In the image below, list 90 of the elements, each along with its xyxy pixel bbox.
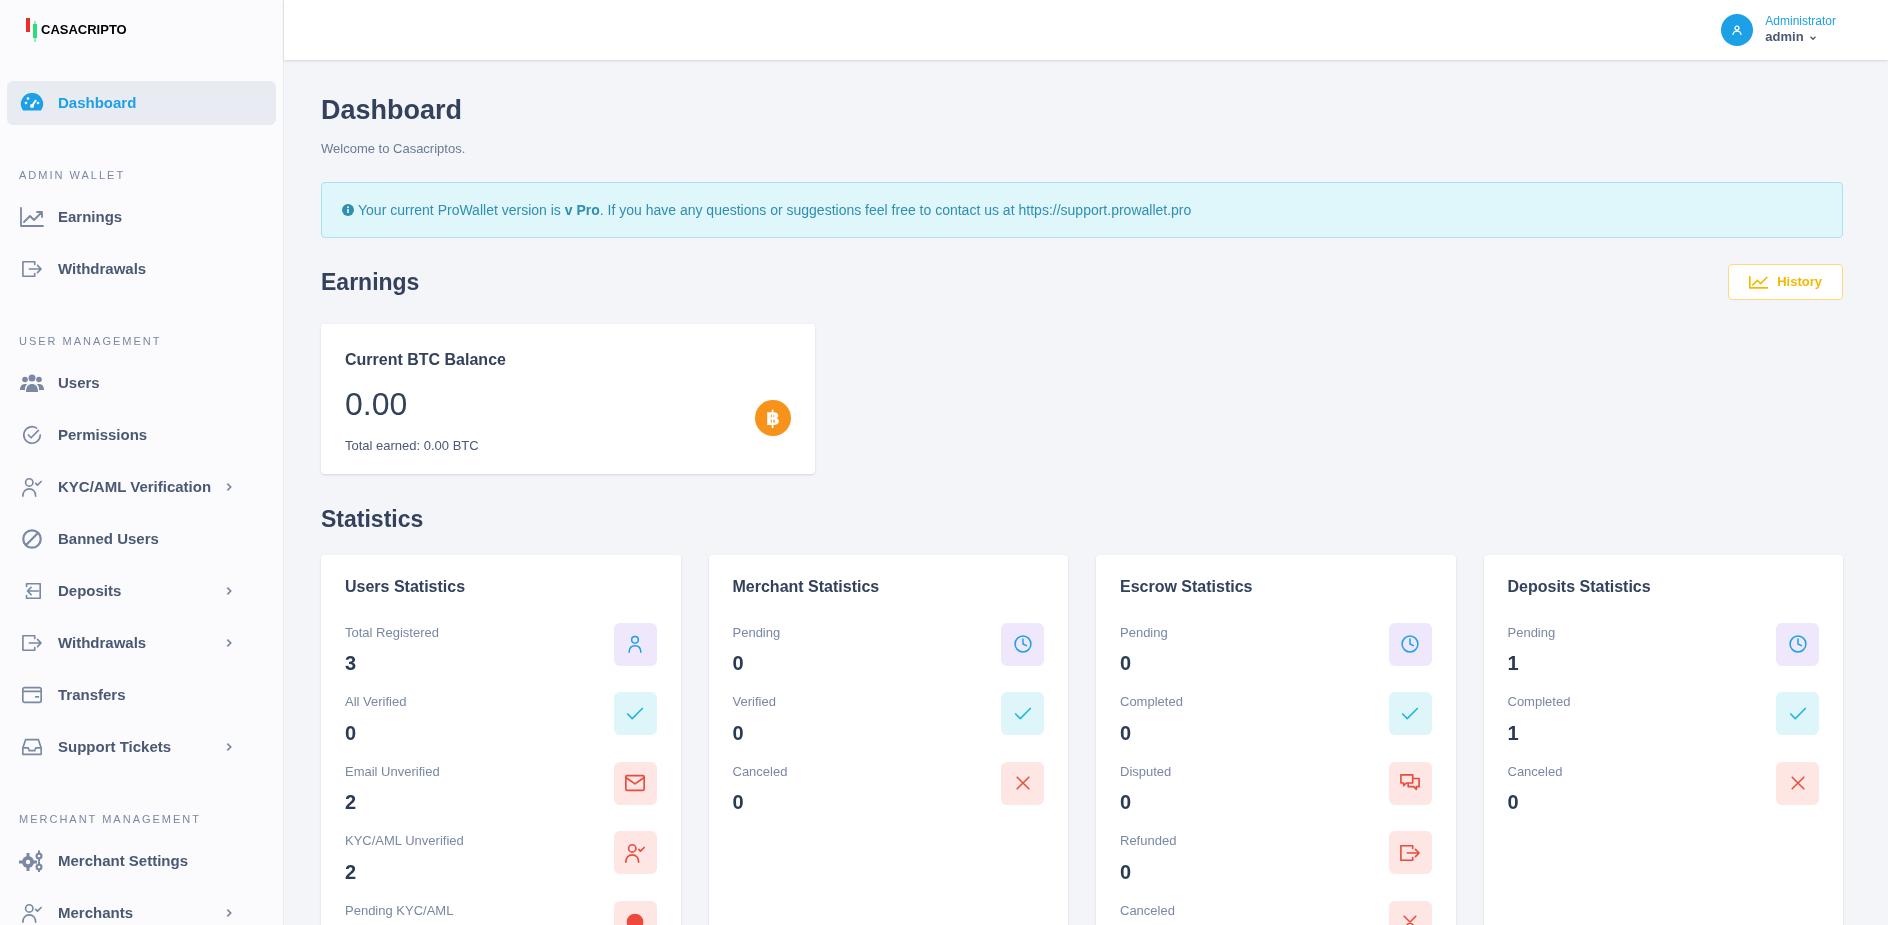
stat-value: 0 — [1507, 790, 1520, 815]
stat-value: 0 — [1120, 651, 1133, 676]
sidebar-item[interactable]: Earnings — [7, 195, 276, 239]
stat-label: Verified — [732, 693, 776, 711]
gauge-icon — [20, 92, 44, 114]
stat-value: 0 — [732, 651, 745, 676]
chevron-right-icon — [225, 908, 233, 918]
check-circle-icon — [21, 424, 43, 446]
stat-label: Canceled — [1507, 762, 1563, 781]
stat-value: 0 — [732, 790, 745, 815]
stat-label: Disputed — [1120, 762, 1172, 781]
stat-label: Refunded — [1120, 832, 1177, 850]
clock-icon — [1787, 634, 1808, 654]
stat-value: 0 — [732, 720, 745, 746]
mail-icon — [624, 773, 646, 793]
section-label: MERCHANT MANAGEMENT — [18, 811, 203, 827]
user-check-icon — [21, 476, 43, 498]
stat-label: Pending — [1507, 623, 1556, 642]
stat-label: Completed — [1120, 693, 1183, 711]
sidebar-item[interactable]: Users — [7, 361, 276, 405]
ban-icon — [21, 528, 43, 550]
user-role: Administrator — [1765, 14, 1836, 30]
user-check-icon — [21, 902, 43, 924]
sidebar-item[interactable]: Transfers — [7, 673, 276, 717]
stat-value: 0 — [1120, 859, 1133, 885]
stat-label: Pending — [732, 623, 781, 642]
sidebar-item[interactable]: Banned Users — [7, 517, 276, 561]
stat-label: KYC/AML Unverified — [345, 832, 464, 850]
stat-value: 1 — [1507, 720, 1520, 746]
card-title: Escrow Statistics — [1120, 576, 1254, 597]
stat-label: Pending — [1120, 623, 1168, 642]
stat-value: 2 — [345, 790, 358, 815]
sidebar-item[interactable]: Withdrawals — [7, 247, 276, 291]
user-icon — [625, 634, 645, 654]
user-check-icon — [624, 841, 646, 864]
stat-label: Total Registered — [345, 623, 439, 642]
clock-icon — [1012, 634, 1033, 654]
stat-label: All Verified — [345, 693, 407, 711]
stat-value: 0 — [1120, 790, 1133, 815]
section-heading: Statistics — [321, 505, 425, 534]
total-earned: Total earned: 0.00 BTC — [345, 437, 480, 455]
users-icon — [20, 373, 44, 393]
section-label: ADMIN WALLET — [18, 167, 127, 183]
avatar-icon[interactable] — [1721, 14, 1754, 46]
candlestick-icon — [26, 18, 38, 42]
stat-value: 0 — [1120, 720, 1133, 746]
sidebar-item[interactable]: Merchants — [7, 891, 276, 925]
sidebar-item[interactable]: KYC/AML Verification — [7, 465, 276, 509]
stat-value: 1 — [1507, 651, 1520, 676]
section-heading: Earnings — [321, 267, 420, 297]
exit-arrow-icon — [1399, 842, 1421, 863]
gears-icon — [19, 850, 45, 872]
inbox-icon — [21, 737, 43, 757]
sidebar-item[interactable]: Permissions — [7, 413, 276, 457]
chart-line-icon — [20, 207, 44, 227]
card-title: Merchant Statistics — [732, 576, 881, 597]
card-title: Deposits Statistics — [1507, 576, 1652, 597]
stat-value: 2 — [345, 859, 358, 885]
balance-value: 0.00 — [345, 385, 409, 424]
clock-icon — [1400, 634, 1420, 654]
chevron-right-icon — [225, 638, 233, 648]
exit-arrow-icon — [21, 259, 43, 279]
wallet-icon — [21, 685, 43, 705]
chevron-right-icon — [225, 586, 233, 596]
stat-value: 3 — [345, 651, 358, 676]
section-label: USER MANAGEMENT — [18, 333, 163, 349]
exit-arrow-icon — [21, 633, 43, 653]
page-subtitle: Welcome to Casacriptos. — [321, 139, 467, 158]
chevron-right-icon — [225, 742, 233, 752]
chat-icon — [1399, 773, 1421, 793]
card-title: Current BTC Balance — [345, 350, 506, 370]
sidebar-item[interactable]: Withdrawals — [7, 621, 276, 665]
user-menu[interactable]: admin — [1765, 29, 1836, 46]
sidebar-item[interactable]: Merchant Settings — [7, 839, 276, 883]
chart-line-icon — [1749, 275, 1770, 289]
sidebar-item[interactable]: Support Tickets — [7, 725, 276, 769]
stat-value: 0 — [345, 720, 358, 746]
notice-text: Your current ProWallet version is v Pro. If you have any questions or suggestions feel free to contact us at — [358, 200, 1015, 220]
stat-label: Canceled — [1120, 901, 1175, 920]
info-icon — [342, 204, 354, 216]
chevron-right-icon — [225, 482, 233, 492]
bitcoin-icon: ฿ — [755, 400, 791, 436]
sidebar-item[interactable]: Deposits — [7, 569, 276, 613]
brand-logo[interactable]: CASACRIPTO — [26, 18, 127, 42]
stat-label: Completed — [1507, 693, 1571, 711]
stat-label: Canceled — [732, 762, 788, 781]
page-title: Dashboard — [321, 94, 464, 127]
card-title: Users Statistics — [345, 576, 467, 597]
stat-label: Email Unverified — [345, 762, 440, 781]
stat-label: Pending KYC/AML — [345, 901, 454, 920]
